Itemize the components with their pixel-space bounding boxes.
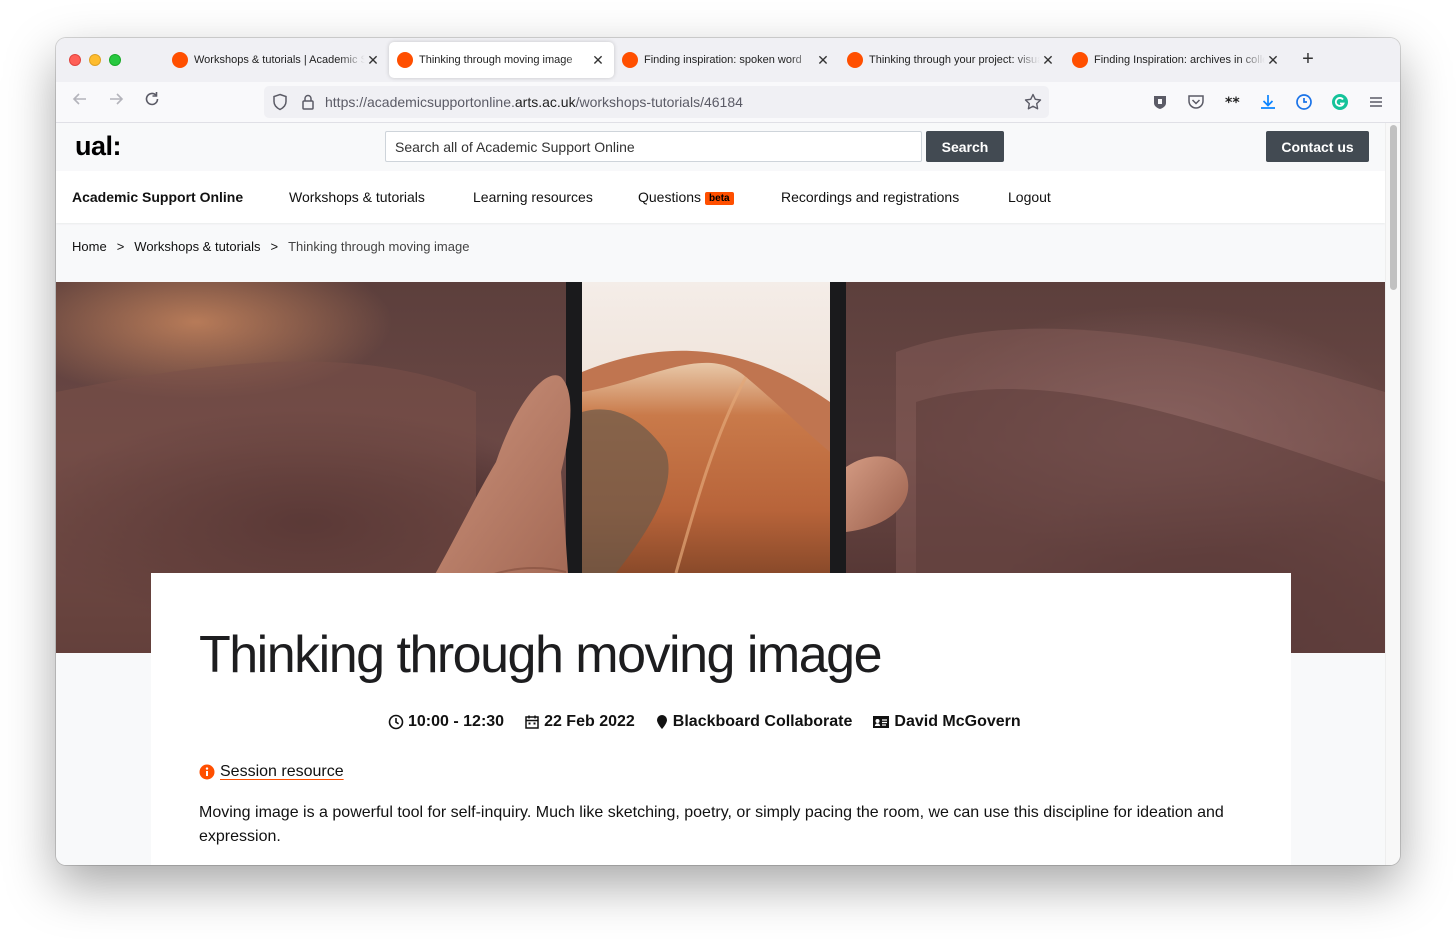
svg-text:**: ** [1225,95,1240,111]
browser-tab[interactable]: Thinking through your project: visual ✕ [839,42,1064,78]
site-header: ual: Search Contact us [56,123,1385,171]
session-presenter-text: David McGovern [894,713,1021,730]
clock-icon [388,714,404,730]
url-text[interactable]: https://academicsupportonline.arts.ac.uk… [325,94,743,110]
breadcrumb-separator: > [270,239,279,254]
url-prefix: https://academicsupportonline. [325,94,515,110]
browser-toolbar: https://academicsupportonline.arts.ac.uk… [56,82,1400,123]
close-tab-icon[interactable]: ✕ [1265,52,1281,69]
search-button[interactable]: Search [926,131,1004,162]
address-bar[interactable]: https://academicsupportonline.arts.ac.uk… [264,86,1049,118]
minimize-window-button[interactable] [89,54,101,66]
lock-icon[interactable] [298,92,318,112]
browser-tab[interactable]: Finding Inspiration: archives in collect… [1064,42,1289,78]
maximize-window-button[interactable] [109,54,121,66]
session-time-text: 10:00 - 12:30 [408,713,505,730]
nav-workshops-link[interactable]: Workshops & tutorials [289,189,425,205]
ual-favicon-icon [622,52,638,68]
scrollbar-thumb[interactable] [1390,125,1397,290]
browser-tab[interactable]: Finding inspiration: spoken word ✕ [614,42,839,78]
browser-window: Workshops & tutorials | Academic Support… [56,38,1400,865]
pocket-icon[interactable] [1186,92,1206,112]
clock-extension-icon[interactable] [1294,92,1314,112]
search-input[interactable] [385,131,922,162]
extension-dots-icon[interactable]: ** [1222,92,1242,112]
breadcrumb-section-link[interactable]: Workshops & tutorials [134,239,260,254]
url-domain: arts.ac.uk [514,94,576,110]
nav-learning-resources-link[interactable]: Learning resources [473,189,593,205]
breadcrumb-separator: > [116,239,125,254]
map-pin-icon [656,715,667,729]
page-viewport: ual: Search Contact us Academic Support … [56,123,1385,865]
shield-icon[interactable] [270,92,290,112]
window-controls [69,54,121,66]
session-date: 22 Feb 2022 [524,713,635,731]
session-location-text: Blackboard Collaborate [672,713,853,730]
nav-recordings-link[interactable]: Recordings and registrations [781,189,959,205]
page-scrollbar[interactable] [1385,123,1400,865]
contact-us-button[interactable]: Contact us [1266,131,1369,162]
bookmark-star-icon[interactable] [1023,92,1043,112]
ual-favicon-icon [847,52,863,68]
main-navigation: Academic Support Online Workshops & tuto… [56,171,1385,223]
ual-favicon-icon [172,52,188,68]
nav-brand-link[interactable]: Academic Support Online [72,189,243,205]
ual-logo[interactable]: ual: [75,131,122,162]
nav-questions-label: Questions [638,189,702,205]
nav-logout-link[interactable]: Logout [1008,189,1051,205]
browser-tab-active[interactable]: Thinking through moving image ✕ [389,42,614,78]
download-icon[interactable] [1258,92,1278,112]
session-description: Moving image is a powerful tool for self… [199,804,1224,845]
beta-badge: beta [705,192,734,205]
browser-tabs: Workshops & tutorials | Academic Support… [164,42,1289,78]
info-icon [199,764,215,780]
session-resource: Session resource [199,763,344,781]
browser-tab[interactable]: Workshops & tutorials | Academic Support… [164,42,389,78]
ual-favicon-icon [397,52,413,68]
close-tab-icon[interactable]: ✕ [365,52,381,69]
session-card: Thinking through moving image 10:00 - 12… [151,573,1291,865]
id-card-icon [873,716,890,728]
grammarly-icon[interactable] [1330,92,1350,112]
url-path: /workshops-tutorials/46184 [575,94,743,110]
ual-favicon-icon [1072,52,1088,68]
tab-title: Finding inspiration: spoken word [644,54,802,66]
tab-title: Workshops & tutorials | Academic Support… [194,54,365,66]
page-title: Thinking through moving image [199,626,883,684]
close-tab-icon[interactable]: ✕ [1040,52,1056,69]
calendar-icon [525,715,539,729]
session-resource-link[interactable]: Session resource [220,763,344,781]
tab-title: Thinking through moving image [419,54,573,66]
breadcrumb-current: Thinking through moving image [288,239,470,254]
extension-shield-icon[interactable] [1150,92,1170,112]
close-window-button[interactable] [69,54,81,66]
forward-arrow-icon[interactable] [104,90,128,114]
nav-questions-link[interactable]: Questions beta [638,189,734,205]
close-tab-icon[interactable]: ✕ [815,52,831,69]
breadcrumb: Home > Workshops & tutorials > Thinking thro… [72,239,469,254]
session-presenter: David McGovern [872,713,1021,731]
session-location: Blackboard Collaborate [655,713,853,731]
breadcrumb-home-link[interactable]: Home [72,239,107,254]
session-time: 10:00 - 12:30 [388,713,504,731]
reload-icon[interactable] [140,90,164,114]
hamburger-menu-icon[interactable] [1366,92,1386,112]
close-tab-icon[interactable]: ✕ [590,52,606,69]
tab-title: Finding Inspiration: archives in collect… [1094,54,1265,66]
new-tab-plus-icon[interactable]: + [1296,48,1320,71]
tab-title: Thinking through your project: visual [869,54,1040,66]
session-meta: 10:00 - 12:30 22 Feb 2022 Blackboard Col… [388,713,1041,731]
session-date-text: 22 Feb 2022 [544,713,635,730]
back-arrow-icon[interactable] [68,90,92,114]
tab-strip: Workshops & tutorials | Academic Support… [56,38,1400,82]
